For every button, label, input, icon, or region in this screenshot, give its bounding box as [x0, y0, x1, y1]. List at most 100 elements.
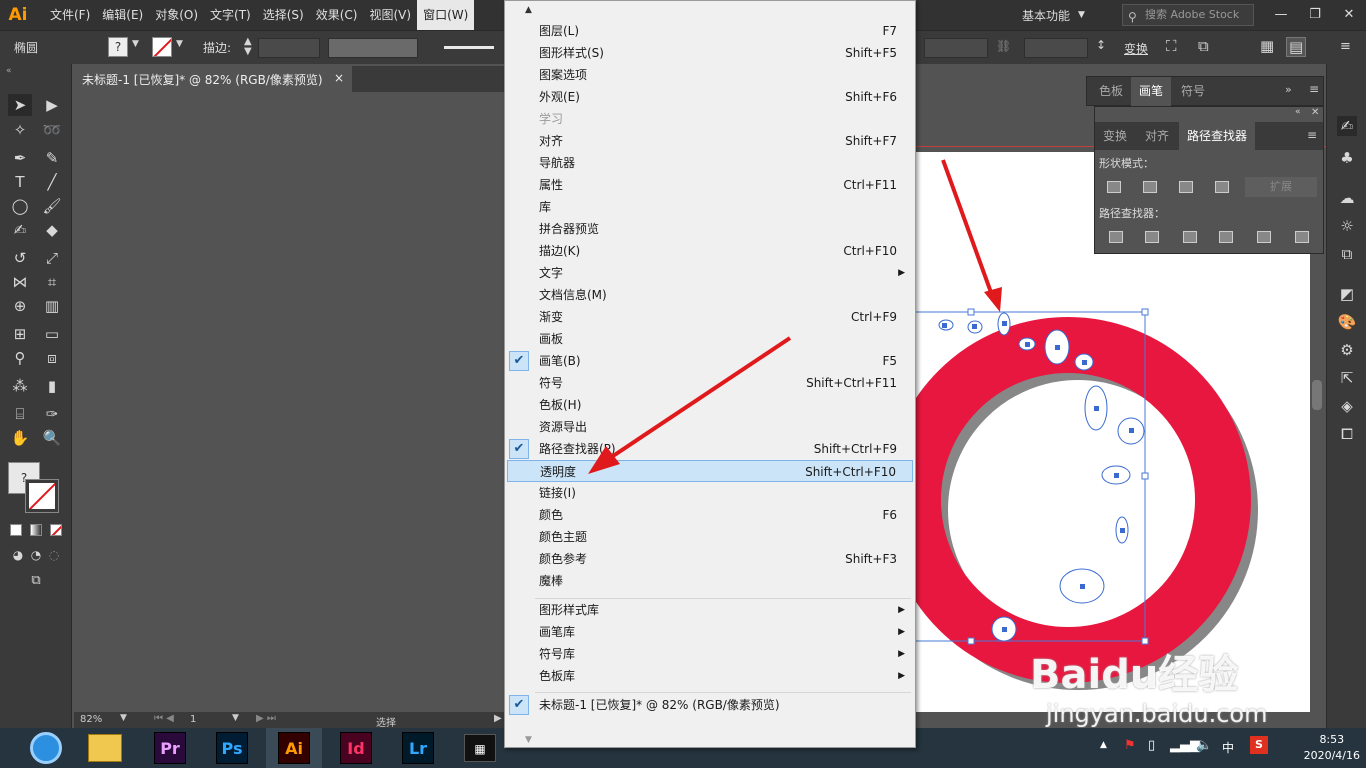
sogou-icon[interactable]: S [1250, 736, 1268, 754]
library-menu-item[interactable]: 符号库 ▶ [507, 643, 913, 665]
window-menu-item[interactable]: 拼合器预览 [507, 218, 913, 240]
close-window-button[interactable]: ✕ [1332, 0, 1366, 30]
close-icon[interactable]: ✕ [1311, 107, 1319, 118]
fill-swatch[interactable]: ? [108, 37, 128, 57]
window-menu-item[interactable]: 外观(E) Shift+F6 [507, 86, 913, 108]
stroke-weight-input[interactable] [258, 38, 320, 58]
pen-tool-icon[interactable]: ✒ [8, 147, 32, 169]
eyedropper-tool-icon[interactable]: ⚲ [8, 347, 32, 369]
menu-effect[interactable]: 效果(C) [310, 0, 364, 30]
window-menu-item[interactable]: 颜色 F6 [507, 504, 913, 526]
stroke-swatch[interactable] [152, 37, 172, 57]
unite-icon[interactable] [1107, 181, 1121, 193]
none-mode-icon[interactable] [50, 524, 62, 536]
merge-icon[interactable] [1183, 231, 1197, 243]
window-menu-item[interactable]: 渐变 Ctrl+F9 [507, 306, 913, 328]
tab-symbols[interactable]: 符号 [1173, 77, 1213, 106]
transform-link[interactable]: 变换 [1124, 40, 1148, 57]
type-tool-icon[interactable]: T [8, 171, 32, 193]
expand-button[interactable]: 扩展 [1245, 177, 1317, 197]
stroke-color-icon[interactable] [25, 479, 59, 513]
menu-type[interactable]: 文字(T) [204, 0, 257, 30]
ctrl-input-a[interactable] [924, 38, 988, 58]
intersect-icon[interactable] [1179, 181, 1193, 193]
status-menu-icon[interactable]: ▶ [494, 713, 502, 724]
tab-pathfinder[interactable]: 路径查找器 [1179, 122, 1256, 150]
red-ring[interactable] [885, 317, 1251, 683]
artboard-tool-icon[interactable]: ⌸ [8, 403, 32, 425]
lasso-tool-icon[interactable]: ➿ [40, 119, 64, 141]
stock-search-input[interactable]: ⚲ 搜索 Adobe Stock [1122, 4, 1254, 26]
menu-view[interactable]: 视图(V) [363, 0, 417, 30]
mesh-tool-icon[interactable]: ⊞ [8, 323, 32, 345]
library-menu-item[interactable]: 图形样式库 ▶ [507, 599, 913, 621]
minimize-button[interactable]: — [1264, 0, 1298, 30]
symbol-sprayer-tool-icon[interactable]: ⁂ [8, 375, 32, 397]
selection-tool-icon[interactable]: ➤ [8, 94, 32, 116]
shape-builder-tool-icon[interactable]: ⊕ [8, 295, 32, 317]
symbols-panel-icon[interactable]: ♣ [1337, 148, 1357, 168]
menu-select[interactable]: 选择(S) [257, 0, 310, 30]
window-menu-item[interactable]: 描边(K) Ctrl+F10 [507, 240, 913, 262]
layers-panel-icon[interactable]: ◈ [1337, 396, 1357, 416]
video-taskbar-icon[interactable]: ▦ [464, 734, 496, 762]
brushes-panel-icon[interactable]: ✍ [1337, 116, 1357, 136]
direct-selection-tool-icon[interactable]: ▶ [40, 94, 64, 116]
open-document-item[interactable]: ✔ 未标题-1 [已恢复]* @ 82% (RGB/像素预览) [507, 694, 913, 716]
photoshop-taskbar-icon[interactable]: Ps [216, 732, 248, 764]
line-tool-icon[interactable]: ╱ [40, 171, 64, 193]
browser-taskbar-icon[interactable] [30, 732, 62, 764]
window-menu-item[interactable]: 魔棒 [507, 570, 913, 592]
divide-icon[interactable] [1109, 231, 1123, 243]
color-guide-icon[interactable]: 🎨 [1337, 312, 1357, 332]
screen-mode-icon[interactable]: ⧉ [24, 570, 48, 592]
ime-indicator[interactable]: 中 [1222, 739, 1234, 756]
blend-tool-icon[interactable]: ⧈ [40, 347, 64, 369]
link-icon[interactable]: ⛓ [996, 39, 1011, 53]
indesign-taskbar-icon[interactable]: Id [340, 732, 372, 764]
library-menu-item[interactable]: 色板库 ▶ [507, 665, 913, 687]
panel-menu-icon[interactable]: ▤ [1286, 37, 1307, 57]
system-clock[interactable]: 8:53 2020/4/16 [1304, 732, 1360, 764]
graph-tool-icon[interactable]: ▮ [40, 375, 64, 397]
file-explorer-taskbar-icon[interactable] [88, 734, 122, 762]
tab-align[interactable]: 对齐 [1137, 122, 1177, 150]
color-mode-icon[interactable] [10, 524, 22, 536]
battery-icon[interactable]: ▯ [1148, 738, 1155, 753]
zoom-tool-icon[interactable]: 🔍 [40, 427, 64, 449]
menu-object[interactable]: 对象(O) [149, 0, 204, 30]
menu-edit[interactable]: 编辑(E) [96, 0, 149, 30]
tab-swatches[interactable]: 色板 [1091, 77, 1131, 106]
appearance-panel-icon[interactable]: ☼ [1337, 216, 1357, 236]
tab-brushes[interactable]: 画笔 [1131, 77, 1172, 106]
tray-expand-icon[interactable]: ▲ [1100, 740, 1107, 750]
gradient-tool-icon[interactable]: ▭ [40, 323, 64, 345]
window-menu-item[interactable]: 图层(L) F7 [507, 20, 913, 42]
window-menu-item[interactable]: 文档信息(M) [507, 284, 913, 306]
document-tab[interactable]: 未标题-1 [已恢复]* @ 82% (RGB/像素预览) × [74, 66, 352, 92]
window-menu-item[interactable]: 文字 ▶ [507, 262, 913, 284]
page-number[interactable]: 1 [190, 714, 196, 725]
window-menu-item[interactable]: 库 [507, 196, 913, 218]
window-menu-item[interactable]: 图形样式(S) Shift+F5 [507, 42, 913, 64]
artboards-panel-icon[interactable]: ⧉ [1337, 244, 1357, 264]
stroke-weight-stepper[interactable]: ▲ ▼ [244, 37, 252, 57]
last-page-icon[interactable]: ▶ ⏭ [256, 713, 276, 724]
ellipse-tool-icon[interactable]: ◯ [8, 195, 32, 217]
magic-wand-tool-icon[interactable]: ✧ [8, 119, 32, 141]
isolate-icon[interactable]: ⧉ [1198, 37, 1209, 55]
export-panel-icon[interactable]: ⇱ [1337, 368, 1357, 388]
tab-transform[interactable]: 变换 [1095, 122, 1135, 150]
brush-definition[interactable] [440, 38, 504, 58]
curvature-tool-icon[interactable]: ✎ [40, 147, 64, 169]
collapse-icon[interactable]: « [1295, 107, 1301, 117]
window-menu-item[interactable]: 颜色参考 Shift+F3 [507, 548, 913, 570]
free-transform-tool-icon[interactable]: ⌗ [40, 271, 64, 293]
crop-icon[interactable] [1219, 231, 1233, 243]
library-menu-item[interactable]: 画笔库 ▶ [507, 621, 913, 643]
align-icon[interactable]: ⛶ [1166, 37, 1177, 55]
panel-menu-icon[interactable]: ≡ [1309, 82, 1319, 96]
collapse-panels-icon[interactable]: » [1285, 83, 1292, 96]
paintbrush-tool-icon[interactable]: 🖌 [40, 195, 64, 217]
window-menu-item[interactable]: 颜色主题 [507, 526, 913, 548]
